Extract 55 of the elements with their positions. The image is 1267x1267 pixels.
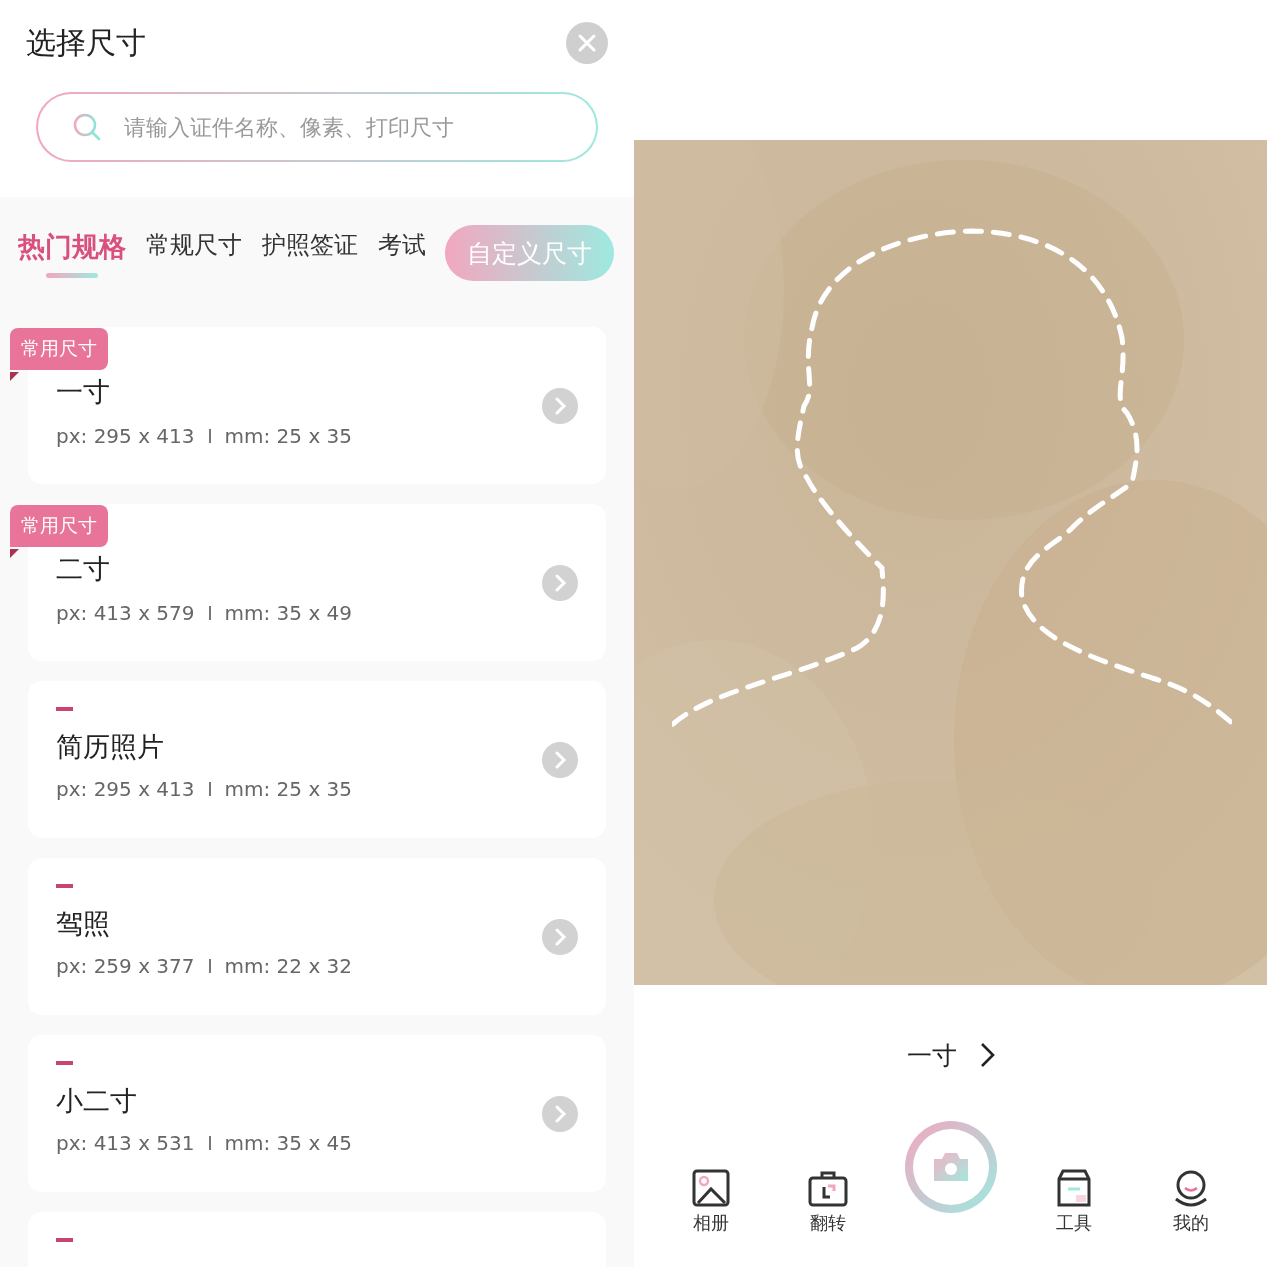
- tag-fold: [10, 549, 19, 558]
- chevron-button[interactable]: [542, 918, 578, 955]
- search-field[interactable]: 请输入证件名称、像素、打印尺寸: [36, 92, 598, 162]
- size-selector[interactable]: 一寸: [906, 985, 995, 1125]
- chevron-right-icon: [553, 396, 567, 415]
- chevron-right-icon: [553, 573, 567, 592]
- category-tab[interactable]: 常规尺寸: [146, 228, 242, 274]
- print-size: mm: 35 x 45: [224, 1131, 353, 1155]
- size-card[interactable]: 驾照 px: 259 x 377 mm: 22 x 32: [28, 858, 606, 1015]
- search-input[interactable]: 请输入证件名称、像素、打印尺寸: [124, 94, 576, 160]
- chevron-right-icon: [553, 927, 567, 946]
- camera-flip-icon: [807, 1171, 848, 1207]
- print-size: mm: 25 x 35: [224, 423, 353, 448]
- common-size-tag: 常用尺寸: [10, 328, 108, 370]
- category-tab[interactable]: 热门规格: [18, 228, 126, 278]
- pixel-size: px: 413 x 531: [56, 1131, 195, 1155]
- print-size: mm: 35 x 49: [224, 600, 353, 625]
- size-name: 一寸: [56, 374, 111, 409]
- chevron-button[interactable]: [542, 387, 578, 424]
- size-card[interactable]: 小二寸 px: 413 x 531 mm: 35 x 45: [28, 1035, 606, 1192]
- pixel-size: px: 295 x 413: [56, 423, 195, 448]
- close-icon: [577, 33, 597, 53]
- tag-fold: [10, 372, 19, 381]
- panel-title: 选择尺寸: [26, 23, 146, 62]
- chevron-button[interactable]: [542, 741, 578, 778]
- nav-tab[interactable]: 相册: [670, 1169, 751, 1235]
- camera-icon: [931, 1151, 970, 1183]
- pixel-size: px: 413 x 579: [56, 600, 195, 625]
- chevron-right-icon: [553, 1104, 567, 1123]
- size-name: 简历照片: [56, 730, 165, 764]
- size-card[interactable]: 简历照片 px: 295 x 413 mm: 25 x 35: [28, 681, 606, 838]
- print-size: mm: 25 x 35: [224, 777, 353, 801]
- size-name: 驾照: [56, 907, 111, 941]
- dash-mark: [56, 1061, 73, 1065]
- nav-tab[interactable]: 翻转: [787, 1171, 868, 1235]
- nav-tab[interactable]: 我的: [1150, 1169, 1231, 1235]
- nav-tab[interactable]: 工具: [1033, 1169, 1114, 1235]
- chevron-button[interactable]: [542, 1095, 578, 1132]
- image-icon: [691, 1169, 730, 1207]
- chevron-right-icon: [978, 1042, 995, 1068]
- chevron-button[interactable]: [542, 564, 578, 601]
- common-size-tag: 常用尺寸: [10, 505, 108, 547]
- pixel-size: px: 259 x 377: [56, 954, 195, 978]
- size-name: 二寸: [56, 551, 111, 586]
- category-tab[interactable]: 护照签证: [262, 228, 358, 274]
- dash-mark: [56, 884, 73, 888]
- dash-mark: [56, 707, 73, 711]
- dash-mark: [56, 1238, 73, 1242]
- chevron-right-icon: [553, 750, 567, 769]
- size-name: 小二寸: [56, 1084, 138, 1118]
- pixel-size: px: 295 x 413: [56, 777, 195, 801]
- search-icon: [72, 112, 102, 142]
- close-button[interactable]: [566, 22, 608, 64]
- print-size: mm: 22 x 32: [224, 954, 353, 978]
- category-tab[interactable]: 考试: [378, 228, 426, 274]
